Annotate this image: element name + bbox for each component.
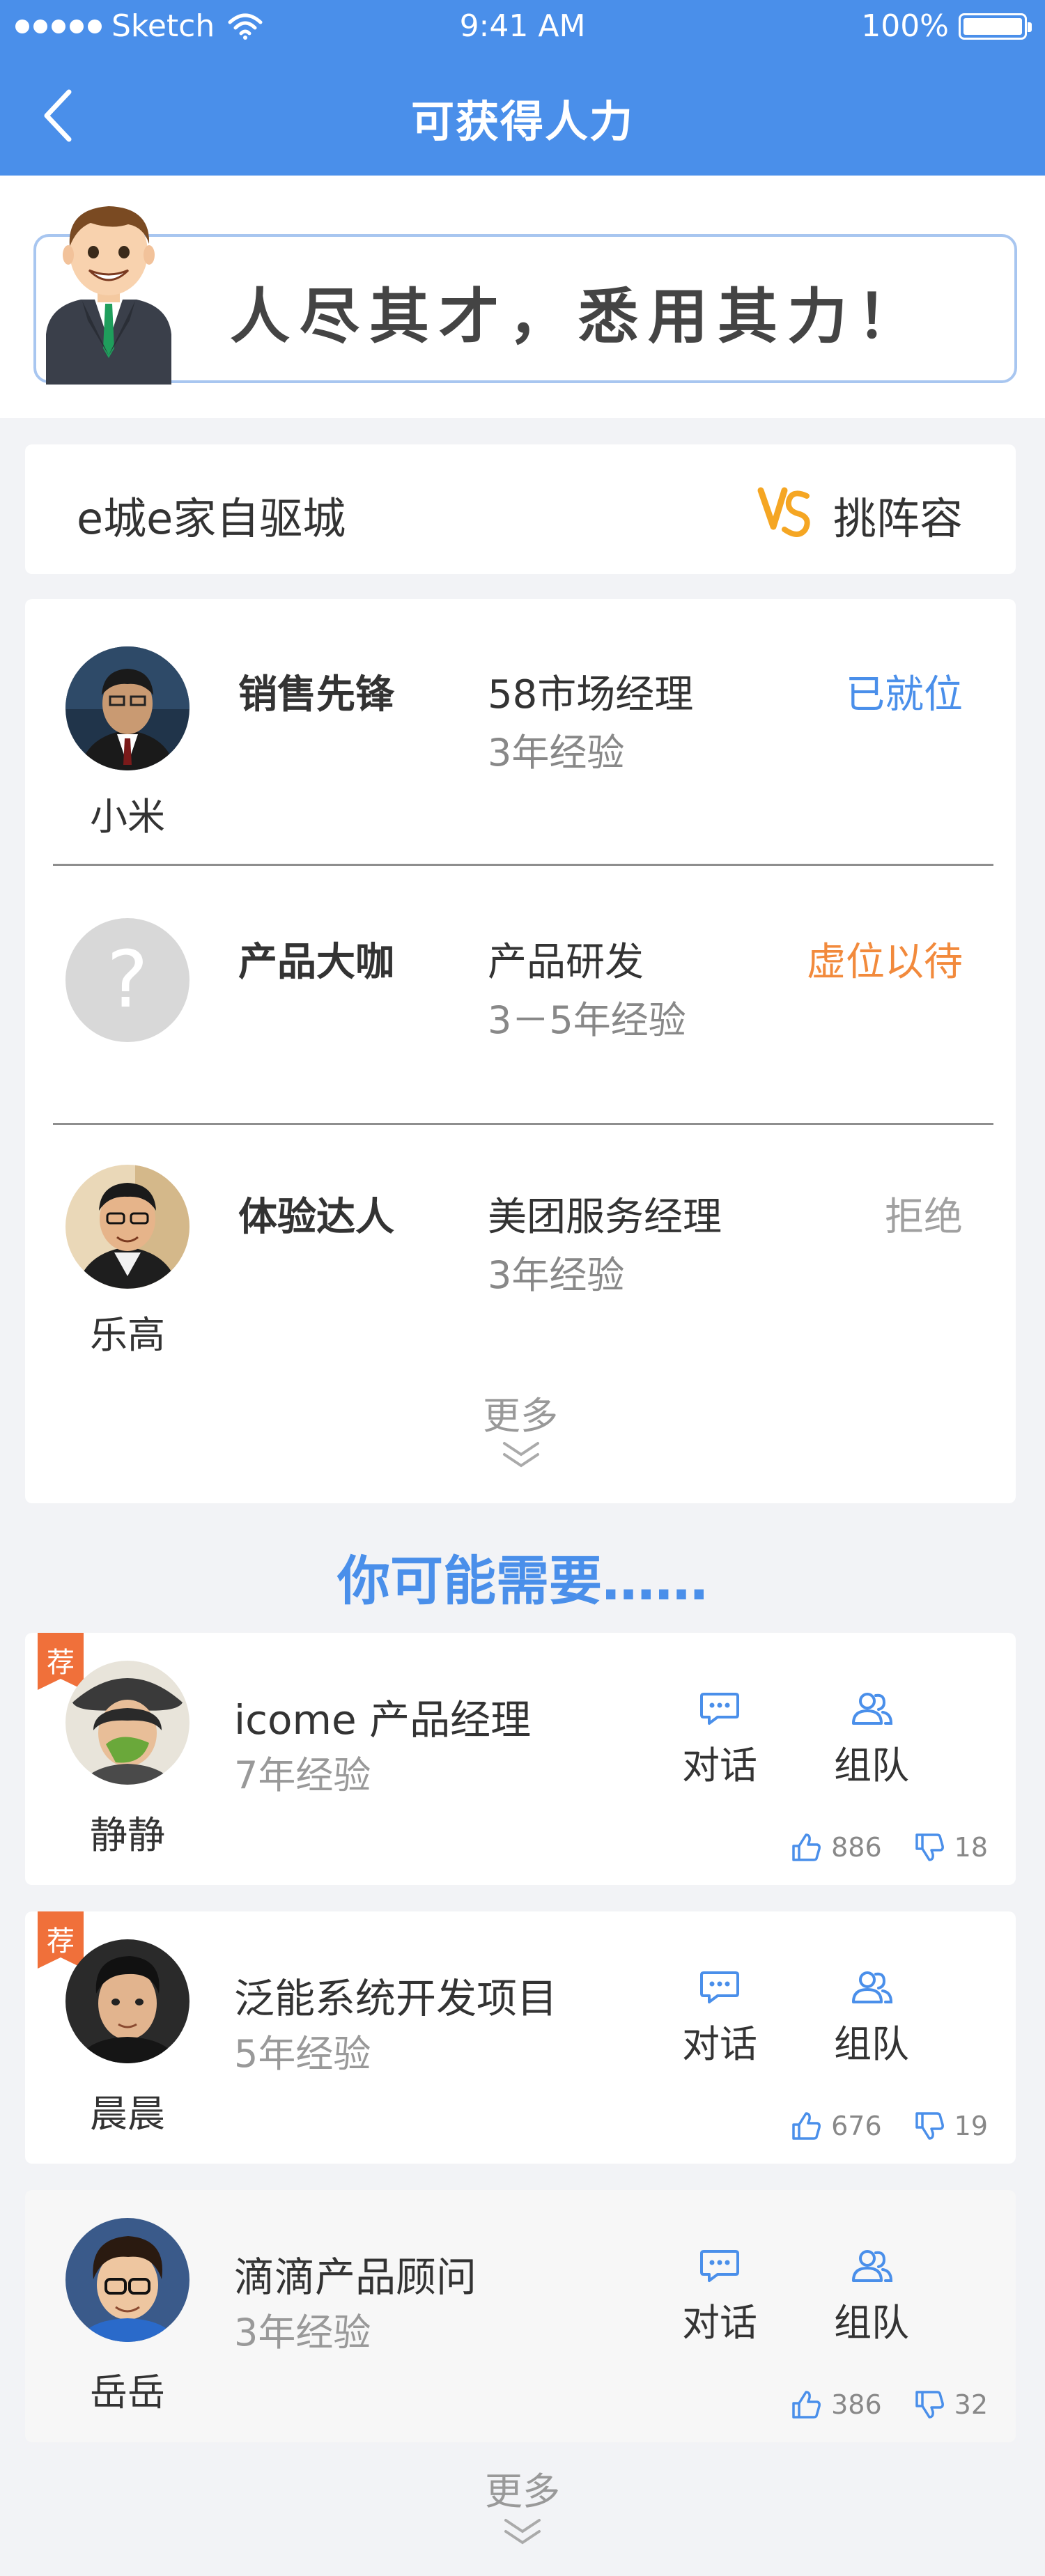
- double-chevron-down-icon[interactable]: [502, 2516, 543, 2550]
- recommend-card[interactable]: 荐 晨晨 泛能系统开发项目 5年经验 对话 组队 676 19: [25, 1911, 1016, 2164]
- rating-stats: 386 32: [791, 2389, 988, 2420]
- member-job: 58市场经理: [488, 672, 694, 717]
- chat-label: 对话: [682, 1744, 757, 1787]
- dislike-count: 19: [954, 2111, 988, 2141]
- recommend-card[interactable]: 荐 静静 icome 产品经理 7年经验 对话 组队 886 18: [25, 1633, 1016, 1885]
- dislike-count: 18: [954, 1832, 988, 1863]
- thumbs-down-icon[interactable]: [914, 2111, 945, 2141]
- roster-card: 小米 销售先锋 58市场经理 3年经验 已就位 ? 产品大咖 产品研发 3－5年…: [25, 599, 1016, 1503]
- recommend-job: 泛能系统开发项目: [234, 1975, 558, 2022]
- team-up-label: 组队: [834, 1744, 909, 1787]
- chat-label: 对话: [682, 2022, 757, 2066]
- banner-slogan: 人尽其才，悉用其力！: [230, 281, 927, 352]
- battery-percent: 100%: [861, 8, 949, 44]
- thumbs-down-icon[interactable]: [914, 2389, 945, 2420]
- team-up-label: 组队: [834, 2022, 909, 2066]
- member-experience: 3年经验: [488, 731, 625, 775]
- recommend-name: 晨晨: [90, 2092, 165, 2136]
- thumbs-up-icon[interactable]: [791, 2389, 821, 2420]
- thumbs-up-icon[interactable]: [791, 2111, 821, 2141]
- member-name: 小米: [90, 795, 165, 839]
- more-recommend-button[interactable]: 更多: [0, 2460, 1045, 2515]
- recommend-name: 静静: [90, 1813, 165, 1857]
- recommend-experience: 3年经验: [234, 2311, 371, 2354]
- banner: 人尽其才，悉用其力！: [0, 176, 1045, 418]
- member-job: 产品研发: [488, 940, 644, 985]
- group-icon: [852, 2250, 893, 2282]
- recommend-experience: 7年经验: [234, 1753, 371, 1797]
- placeholder-avatar-icon: ?: [65, 918, 189, 1042]
- chat-button[interactable]: 对话: [667, 1970, 772, 2068]
- avatar: [65, 2218, 189, 2342]
- member-experience: 3年经验: [488, 1253, 625, 1297]
- roster-row[interactable]: 小米 销售先锋 58市场经理 3年经验 已就位: [25, 599, 1016, 857]
- member-status: 虚位以待: [807, 940, 963, 985]
- avatar: [65, 1165, 189, 1289]
- thumbs-up-icon[interactable]: [791, 1832, 821, 1863]
- member-status: 拒绝: [885, 1195, 963, 1240]
- nav-bar: 可获得人力: [0, 53, 1045, 176]
- chat-label: 对话: [682, 2301, 757, 2345]
- more-button[interactable]: 更多: [25, 1385, 1016, 1440]
- recommend-name: 岳岳: [90, 2371, 165, 2414]
- dislike-count: 32: [954, 2389, 988, 2420]
- double-chevron-down-icon[interactable]: [500, 1439, 542, 1473]
- team-name: e城e家自驱城: [77, 493, 346, 544]
- roster-row[interactable]: 乐高 体验达人 美团服务经理 3年经验 拒绝: [25, 1123, 1016, 1381]
- like-count: 886: [831, 1832, 882, 1863]
- member-role: 体验达人: [238, 1195, 394, 1240]
- page-title: 可获得人力: [410, 96, 634, 147]
- team-up-button[interactable]: 组队: [819, 2249, 924, 2347]
- recommend-job: 滴滴产品顾问: [234, 2253, 477, 2301]
- group-icon: [852, 1693, 893, 1725]
- chat-bubble-icon: [700, 1971, 739, 2003]
- recommend-card[interactable]: 岳岳 滴滴产品顾问 3年经验 对话 组队 386 32: [25, 2190, 1016, 2442]
- chat-button[interactable]: 对话: [667, 2249, 772, 2347]
- avatar: [65, 1939, 189, 2063]
- chat-button[interactable]: 对话: [667, 1691, 772, 1790]
- pick-lineup-button[interactable]: 挑阵容: [833, 483, 963, 546]
- battery-icon: [959, 13, 1032, 40]
- team-up-button[interactable]: 组队: [819, 1691, 924, 1790]
- avatar: [65, 1661, 189, 1785]
- recommend-experience: 5年经验: [234, 2032, 371, 2076]
- recommend-tag-label: 荐: [47, 1647, 75, 1679]
- rating-stats: 886 18: [791, 1832, 988, 1863]
- chat-bubble-icon: [700, 2250, 739, 2282]
- team-name-card: e城e家自驱城 挑阵容: [25, 444, 1016, 574]
- member-status: 已就位: [846, 672, 963, 717]
- recommend-job: icome 产品经理: [234, 1696, 532, 1744]
- section-title: 你可能需要……: [337, 1550, 708, 1612]
- member-experience: 3－5年经验: [488, 998, 686, 1042]
- rating-stats: 676 19: [791, 2111, 988, 2141]
- chat-bubble-icon: [700, 1693, 739, 1725]
- businessman-illustration: [46, 206, 171, 385]
- roster-row[interactable]: ? 产品大咖 产品研发 3－5年经验 虚位以待: [25, 857, 1016, 1115]
- member-role: 产品大咖: [238, 940, 394, 985]
- member-name: 乐高: [90, 1313, 165, 1357]
- thumbs-down-icon[interactable]: [914, 1832, 945, 1863]
- like-count: 676: [831, 2111, 882, 2141]
- status-bar: Sketch 9:41 AM 100%: [0, 0, 1045, 53]
- recommend-tag-label: 荐: [47, 1925, 75, 1957]
- vs-icon: [757, 487, 810, 537]
- team-up-button[interactable]: 组队: [819, 1970, 924, 2068]
- group-icon: [852, 1971, 893, 2003]
- member-job: 美团服务经理: [488, 1195, 722, 1240]
- like-count: 386: [831, 2389, 882, 2420]
- avatar: [65, 646, 189, 770]
- member-role: 销售先锋: [238, 672, 394, 717]
- team-up-label: 组队: [834, 2301, 909, 2345]
